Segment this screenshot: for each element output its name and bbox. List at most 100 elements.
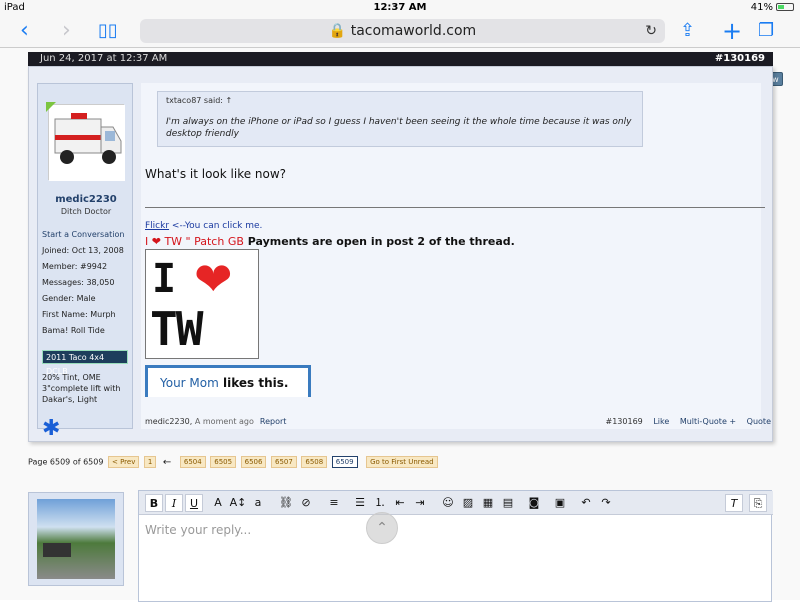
bold-icon[interactable]: B xyxy=(145,494,163,512)
user-info: medic2230 Ditch Doctor Start a Conversat… xyxy=(37,83,134,441)
user-joined: Joined: Oct 13, 2008 xyxy=(42,246,124,255)
lock-icon: 🔒 xyxy=(328,23,347,39)
url-text: tacomaworld.com xyxy=(350,23,477,39)
page-button-first[interactable]: 1 xyxy=(143,456,157,468)
go-to-first-unread-button[interactable]: Go to First Unread xyxy=(366,456,438,468)
username[interactable]: medic2230 xyxy=(38,194,134,205)
redo-icon[interactable]: ↷ xyxy=(597,494,615,512)
reply-input[interactable]: Write your reply... xyxy=(145,523,251,537)
big-heart-icon: ❤ xyxy=(194,252,233,306)
chevron-up-icon: ⌃ xyxy=(376,520,388,536)
remove-format-icon[interactable]: T xyxy=(725,494,743,512)
page-content: Jun 24, 2017 at 12:37 AM #130169 New med… xyxy=(0,48,800,602)
quote-link[interactable]: Quote xyxy=(747,417,771,426)
post-header: Jun 24, 2017 at 12:37 AM #130169 xyxy=(28,52,773,66)
numbered-list-icon[interactable]: ⒈ xyxy=(371,494,389,512)
share-icon[interactable]: ⇪ xyxy=(680,19,695,43)
report-link[interactable]: Report xyxy=(260,417,287,426)
itw-tw: TW xyxy=(150,302,203,356)
signature-flickr: Flickr <--You can click me. xyxy=(145,221,262,231)
url-bar[interactable]: 🔒 tacomaworld.com ↻ xyxy=(140,19,665,43)
browser-toolbar: ‹ › ▯▯ 🔒 tacomaworld.com ↻ ⇪ + ❐ xyxy=(0,16,800,48)
font-family-icon[interactable]: a xyxy=(249,494,267,512)
smiley-icon[interactable]: ☺ xyxy=(439,494,457,512)
sig-i: I xyxy=(145,235,152,248)
action-post-number[interactable]: #130169 xyxy=(606,417,643,426)
sig-payments: Payments are open in post 2 of the threa… xyxy=(243,235,515,248)
message-meta: medic2230, A moment ago Report xyxy=(145,417,286,426)
meta-time[interactable]: A moment ago xyxy=(195,417,254,426)
star-of-life-icon: ✱ xyxy=(42,416,61,441)
battery-icon xyxy=(776,3,794,11)
user-location: Bama! Roll Tide xyxy=(42,326,105,335)
page-button[interactable]: 6506 xyxy=(240,456,267,468)
flickr-link[interactable]: Flickr xyxy=(145,221,169,231)
new-tab-icon[interactable]: + xyxy=(722,19,742,43)
save-icon[interactable]: ▣ xyxy=(551,494,569,512)
user-messages: Messages: 38,050 xyxy=(42,278,115,287)
multi-quote-link[interactable]: Multi-Quote + xyxy=(680,417,736,426)
back-icon[interactable]: ‹ xyxy=(20,19,29,43)
i-love-tw-image: I ❤ TW xyxy=(145,249,259,359)
user-first-name: First Name: Murph xyxy=(42,310,116,319)
current-page: 6509 xyxy=(331,456,358,468)
ambulance-icon xyxy=(49,105,125,181)
start-conversation-link[interactable]: Start a Conversation xyxy=(42,230,124,239)
image-icon[interactable]: ▨ xyxy=(459,494,477,512)
camera-icon[interactable]: ◙ xyxy=(525,494,543,512)
post-date: Jun 24, 2017 at 12:37 AM xyxy=(40,53,168,64)
tabs-icon[interactable]: ❐ xyxy=(758,19,774,43)
battery-percent: 41% xyxy=(750,2,773,13)
prev-page-button[interactable]: < Prev xyxy=(107,456,140,468)
likes-this-text: likes this. xyxy=(218,376,289,390)
message-actions: #130169 Like Multi-Quote + Quote xyxy=(598,417,771,426)
page-button[interactable]: 6504 xyxy=(179,456,206,468)
signature-divider xyxy=(145,207,765,208)
forward-icon[interactable]: › xyxy=(62,19,71,43)
code-icon[interactable]: ▤ xyxy=(499,494,517,512)
font-size-icon[interactable]: A↕ xyxy=(229,494,247,512)
outdent-icon[interactable]: ⇤ xyxy=(391,494,409,512)
page-button[interactable]: 6505 xyxy=(210,456,237,468)
itw-i: I xyxy=(152,256,177,302)
bookmarks-icon[interactable]: ▯▯ xyxy=(98,19,118,43)
post: medic2230 Ditch Doctor Start a Conversat… xyxy=(28,66,773,442)
page-jump-arrow[interactable]: ← xyxy=(163,457,171,468)
media-icon[interactable]: ▦ xyxy=(479,494,497,512)
like-link[interactable]: Like xyxy=(653,417,669,426)
italic-icon[interactable]: I xyxy=(165,494,183,512)
undo-icon[interactable]: ↶ xyxy=(577,494,595,512)
your-mom-likes-image: Your Mom likes this. xyxy=(145,365,311,397)
underline-icon[interactable]: U xyxy=(185,494,203,512)
toggle-bbcode-icon[interactable]: ⎘ xyxy=(749,494,767,512)
flickr-caption: <--You can click me. xyxy=(169,221,263,231)
user-gender: Gender: Male xyxy=(42,294,96,303)
message-body: txtaco87 said: ↑ I'm always on the iPhon… xyxy=(141,83,771,429)
user-member-number: Member: #9942 xyxy=(42,262,108,271)
reply-avatar[interactable] xyxy=(28,492,124,586)
user-title: Ditch Doctor xyxy=(60,207,112,216)
unlink-icon[interactable]: ⊘ xyxy=(297,494,315,512)
user-mods: 20% Tint, OME 3"complete lift with Dakar… xyxy=(42,373,121,404)
quote-text: I'm always on the iPhone or iPad so I gu… xyxy=(166,117,632,139)
quote-author[interactable]: txtaco87 said: ↑ xyxy=(166,96,232,105)
post-number[interactable]: #130169 xyxy=(715,52,765,66)
page-button[interactable]: 6508 xyxy=(301,456,328,468)
reload-icon[interactable]: ↻ xyxy=(645,19,657,43)
link-icon[interactable]: ⛓ xyxy=(277,494,295,512)
status-bar: iPad 12:37 AM 41% xyxy=(0,0,800,16)
bullet-list-icon[interactable]: ☰ xyxy=(351,494,369,512)
align-icon[interactable]: ≡ xyxy=(325,494,343,512)
clock: 12:37 AM xyxy=(373,2,427,13)
avatar[interactable] xyxy=(48,104,125,181)
message-text: What's it look like now? xyxy=(145,167,287,181)
indent-icon[interactable]: ⇥ xyxy=(411,494,429,512)
page-navigation: Page 6509 of 6509 < Prev 1 ← 6504 6505 6… xyxy=(28,456,438,470)
text-color-icon[interactable]: A xyxy=(209,494,227,512)
page-button[interactable]: 6507 xyxy=(270,456,297,468)
your-mom-text: Your Mom xyxy=(160,376,219,390)
avatar-corner-badge xyxy=(46,102,56,112)
scroll-top-button[interactable]: ⌃ xyxy=(366,512,398,544)
battery-indicator: 41% xyxy=(751,2,794,13)
meta-author[interactable]: medic2230, xyxy=(145,417,195,426)
